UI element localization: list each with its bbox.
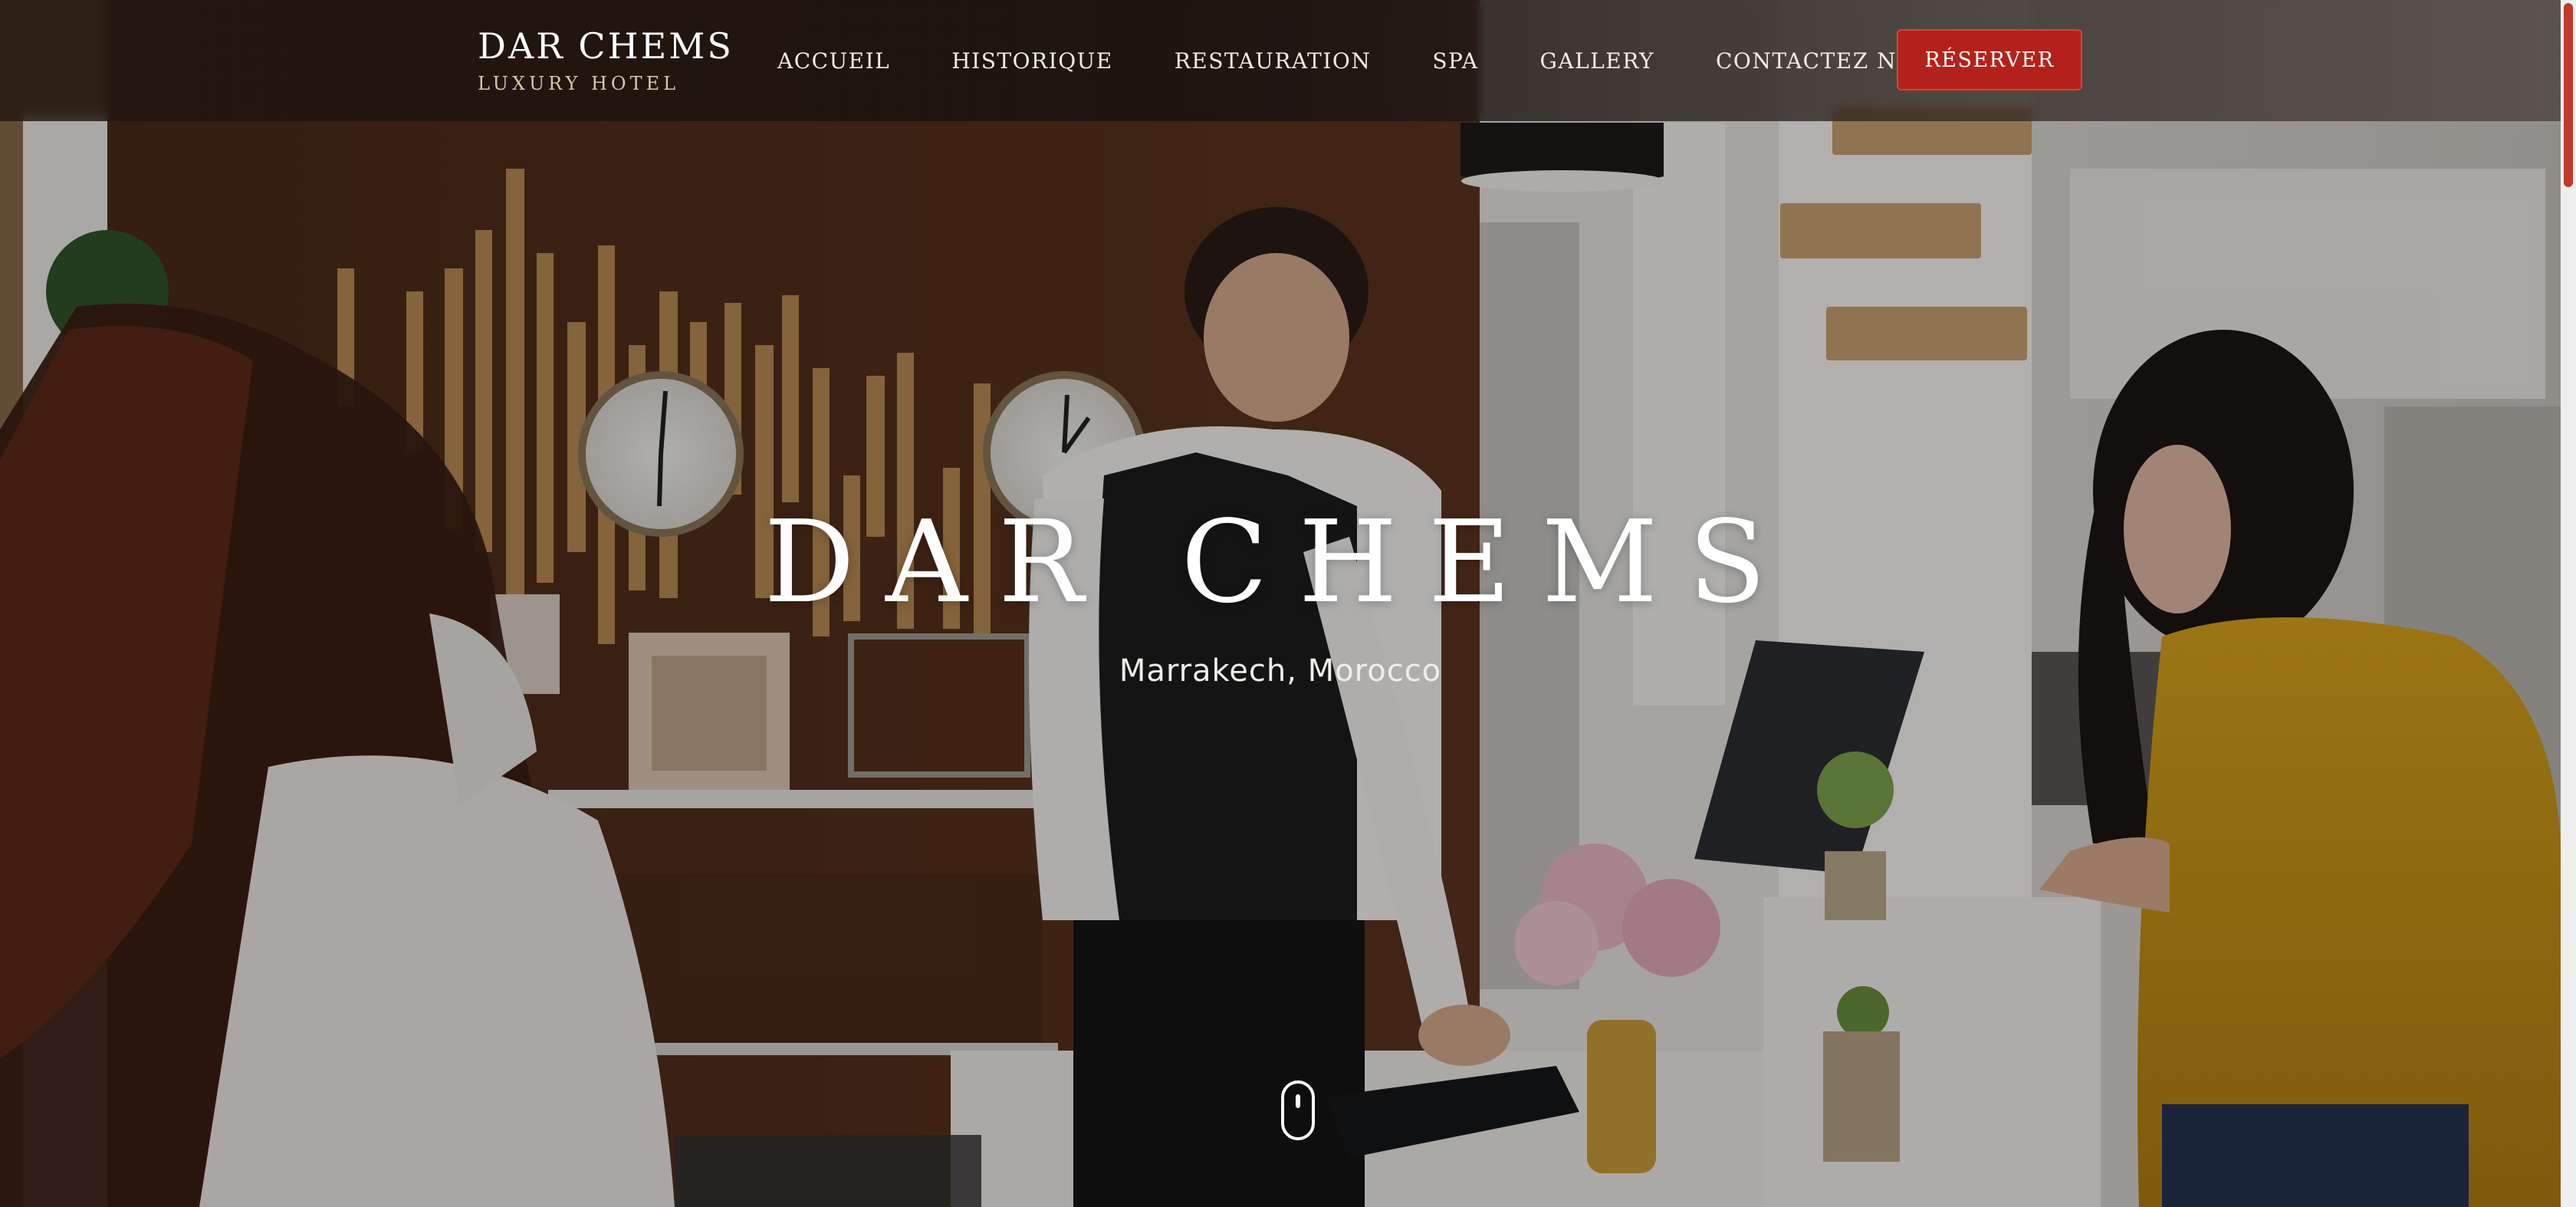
nav-item-accueil[interactable]: ACCUEIL xyxy=(777,48,890,74)
nav-item-spa[interactable]: SPA xyxy=(1432,48,1478,74)
hero-title: DAR CHEMS xyxy=(764,496,1797,628)
nav-item-gallery[interactable]: GALLERY xyxy=(1540,48,1654,74)
hero-location: Marrakech, Morocco xyxy=(1119,653,1442,689)
nav-item-historique[interactable]: HISTORIQUE xyxy=(951,48,1112,74)
main-nav: ACCUEIL HISTORIQUE RESTAURATION SPA GALL… xyxy=(777,0,2012,121)
mouse-wheel xyxy=(1296,1094,1300,1108)
scrollbar-thumb[interactable] xyxy=(2564,3,2573,187)
reserve-button[interactable]: RÉSERVER xyxy=(1897,29,2082,90)
brand-name: DAR CHEMS xyxy=(478,25,734,67)
nav-item-restauration[interactable]: RESTAURATION xyxy=(1175,48,1372,74)
page-scrollbar[interactable] xyxy=(2561,0,2576,1207)
page: DAR CHEMS LUXURY HOTEL ACCUEIL HISTORIQU… xyxy=(0,0,2576,1207)
brand-logo[interactable]: DAR CHEMS LUXURY HOTEL xyxy=(478,23,734,97)
site-header: DAR CHEMS LUXURY HOTEL ACCUEIL HISTORIQU… xyxy=(0,0,2561,121)
brand-subtitle: LUXURY HOTEL xyxy=(478,73,680,94)
mouse-scroll-icon[interactable] xyxy=(1281,1080,1315,1140)
